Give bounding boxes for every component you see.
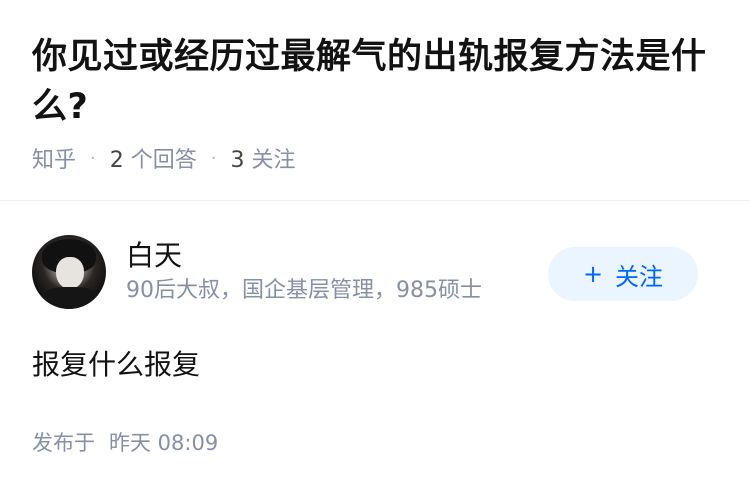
source-label[interactable]: 知乎 xyxy=(32,142,76,174)
follow-button[interactable]: + 关注 xyxy=(548,247,698,301)
follow-count-label: 关注 xyxy=(251,148,296,173)
answer-count[interactable]: 2 个回答 xyxy=(110,142,197,174)
author-description: 90后大叔，国企基层管理，985硕士 xyxy=(126,278,482,303)
question-header: 你见过或经历过最解气的出轨报复方法是什么? 知乎 · 2 个回答 · 3 关注 xyxy=(0,0,750,201)
published-time: 昨天 08:09 xyxy=(109,431,219,455)
avatar[interactable] xyxy=(32,235,106,309)
separator-dot: · xyxy=(210,147,217,169)
author-info: 白天 90后大叔，国企基层管理，985硕士 xyxy=(126,237,536,307)
follow-count-number: 3 xyxy=(230,148,245,173)
separator-dot: · xyxy=(90,147,96,169)
answer-count-number: 2 xyxy=(109,148,124,173)
published-label: 发布于 xyxy=(32,431,95,455)
follow-button-label: 关注 xyxy=(615,262,664,291)
question-meta: 知乎 · 2 个回答 · 3 关注 xyxy=(32,142,718,174)
answer-card: 白天 90后大叔，国企基层管理，985硕士 + 关注 报复什么报复 发布于 昨天… xyxy=(0,201,750,457)
answer-publish-time: 发布于 昨天 08:09 xyxy=(32,427,718,457)
question-title[interactable]: 你见过或经历过最解气的出轨报复方法是什么? xyxy=(32,32,718,132)
plus-icon: + xyxy=(582,260,604,288)
answer-count-label: 个回答 xyxy=(130,148,197,173)
follow-count: 3 关注 xyxy=(231,142,296,174)
author-name[interactable]: 白天 xyxy=(126,237,536,275)
answer-content[interactable]: 报复什么报复 xyxy=(32,345,718,385)
